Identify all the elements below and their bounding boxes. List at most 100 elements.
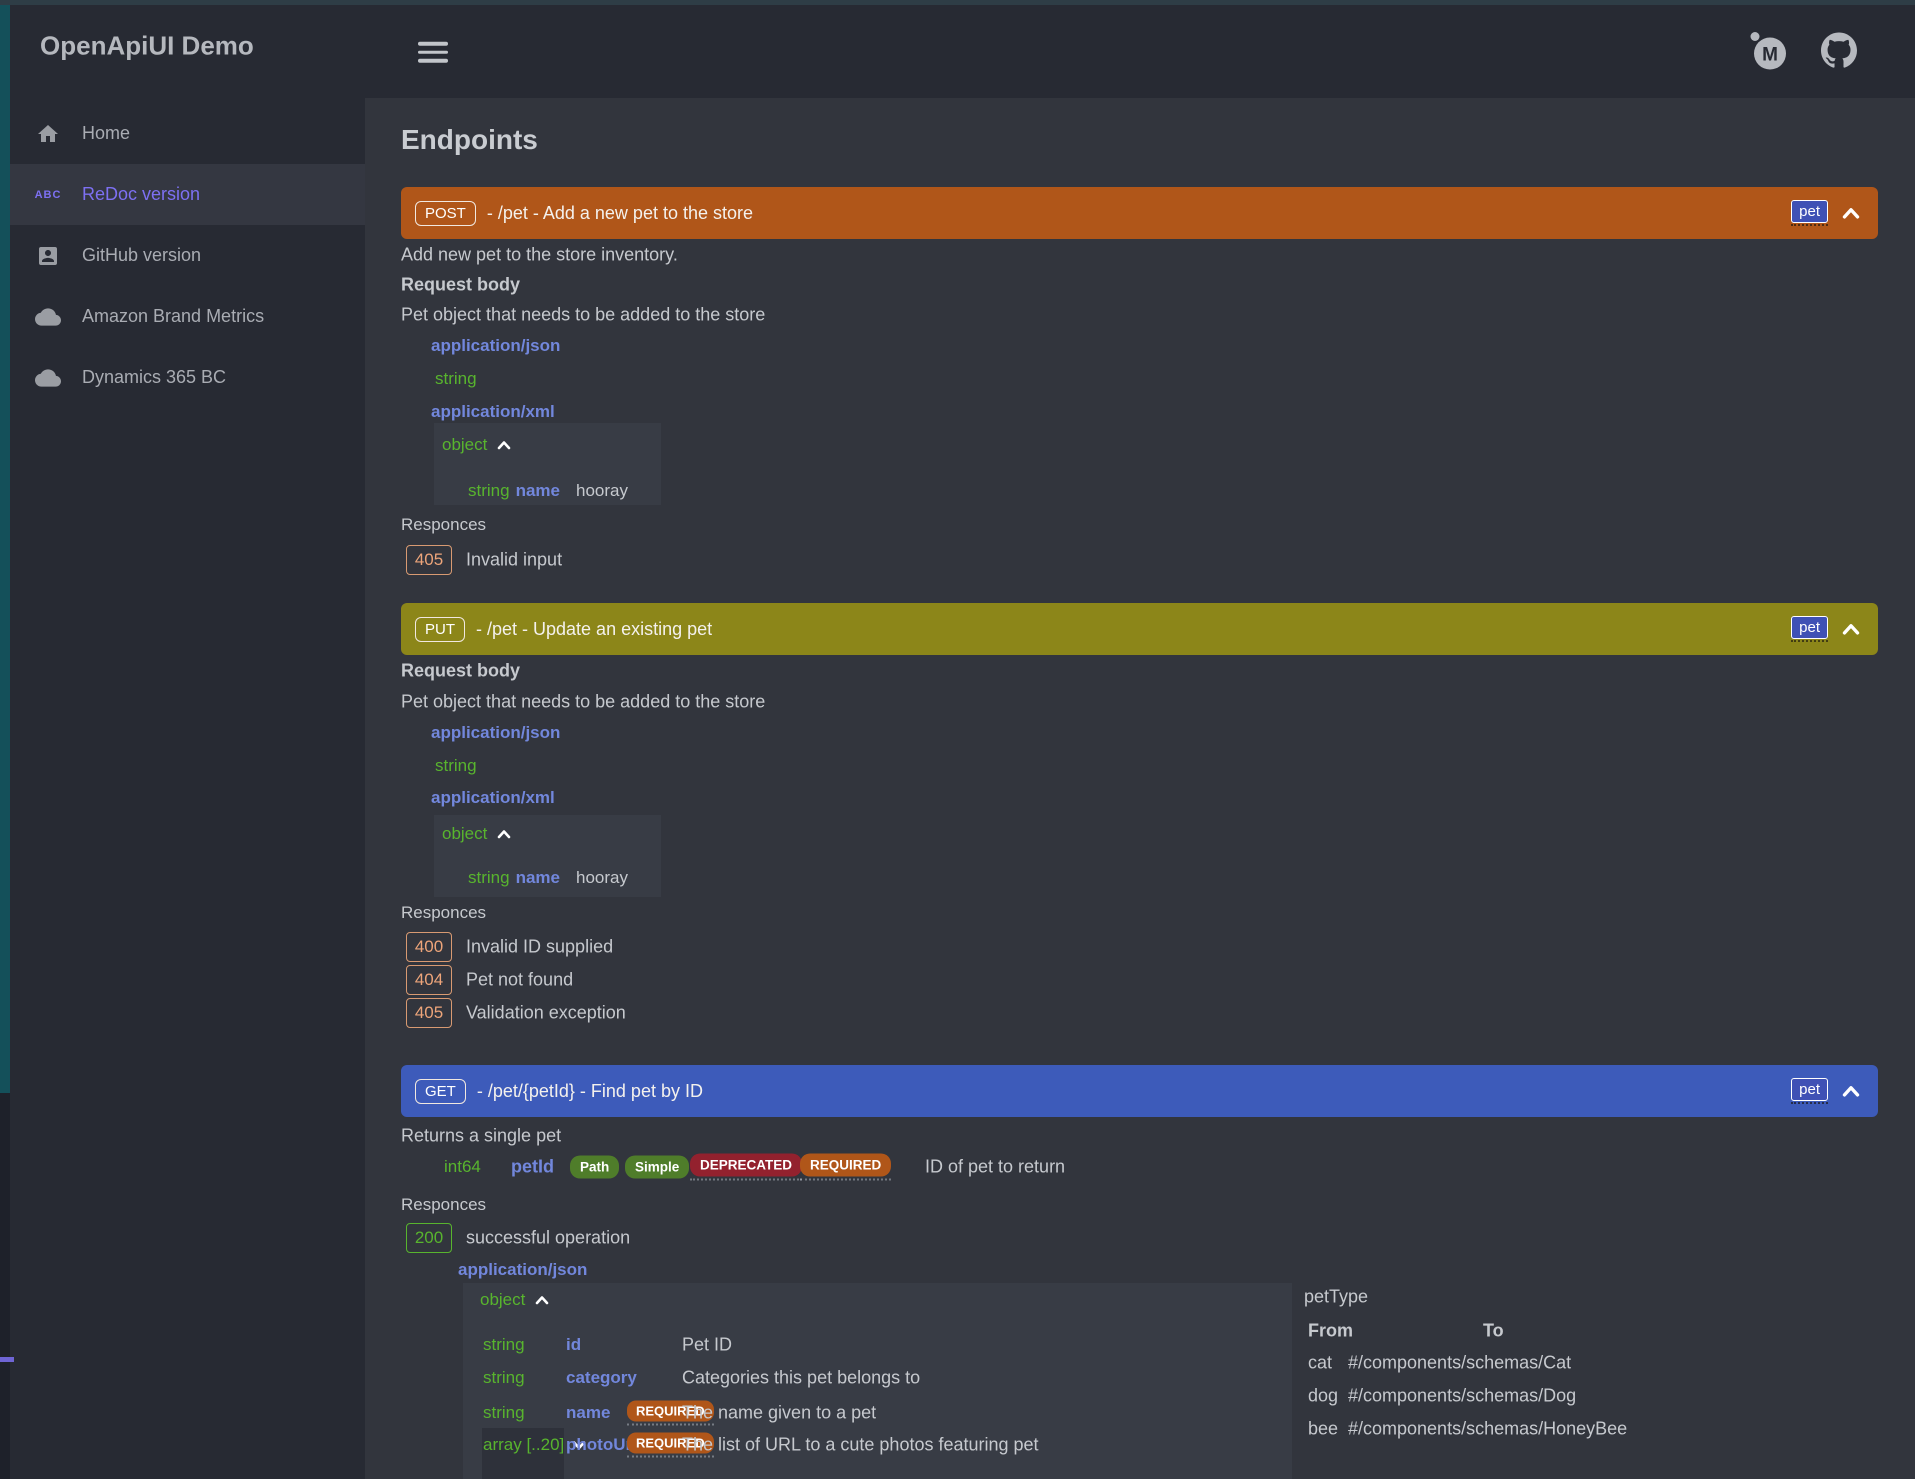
hamburger-bar	[418, 42, 448, 46]
property-name: name	[516, 481, 560, 501]
method-badge: GET	[415, 1079, 466, 1104]
background-artifact	[0, 1357, 14, 1362]
tag-chip-wrap: pet	[1791, 1078, 1828, 1104]
object-type-label: object	[442, 824, 487, 844]
media-type-json: application/json	[458, 1260, 587, 1280]
discriminator-to-value: #/components/schemas/Cat	[1348, 1353, 1571, 1374]
response-code-badge: 405	[406, 545, 452, 575]
mudblazor-logo-icon[interactable]: M	[1750, 31, 1786, 76]
schema-property-row: string name hooray	[468, 481, 628, 501]
schema-property-row: string name hooray	[468, 868, 628, 888]
schema-object-panel: object string name hooray	[434, 815, 661, 897]
cloud-icon	[35, 304, 61, 330]
object-toggle[interactable]: object	[442, 824, 514, 844]
parameter-badge-simple: Simple	[625, 1156, 689, 1179]
sidebar-item-redoc-version[interactable]: ABC ReDoc version	[10, 164, 365, 225]
sidebar-item-label: GitHub version	[82, 245, 201, 266]
media-type-json: application/json	[431, 723, 560, 743]
abc-icon: ABC	[35, 182, 61, 208]
tag-chip-pet[interactable]: pet	[1791, 616, 1828, 639]
endpoint-summary: Returns a single pet	[401, 1126, 561, 1147]
parameter-badge-path: Path	[570, 1156, 619, 1179]
property-type: string	[468, 868, 510, 888]
property-name: category	[566, 1368, 637, 1388]
discriminator-title: petType	[1304, 1287, 1368, 1308]
property-type: string	[483, 1335, 525, 1355]
property-description: Pet ID	[682, 1335, 732, 1356]
endpoint-title: - /pet - Update an existing pet	[476, 619, 712, 640]
tag-chip-pet[interactable]: pet	[1791, 200, 1828, 223]
discriminator-from-value: dog	[1308, 1386, 1338, 1407]
response-code-badge: 404	[406, 965, 452, 995]
endpoint-description: Add new pet to the store inventory.	[401, 245, 678, 266]
responses-heading: Responces	[401, 515, 486, 535]
endpoint-header-put-pet[interactable]: PUT - /pet - Update an existing pet pet	[401, 603, 1878, 655]
media-type-xml: application/xml	[431, 788, 555, 808]
response-text: Pet not found	[466, 970, 573, 991]
home-icon	[35, 121, 61, 147]
tag-chip-pet[interactable]: pet	[1791, 1078, 1828, 1101]
parameter-description: ID of pet to return	[925, 1157, 1065, 1178]
object-toggle[interactable]: object	[480, 1290, 552, 1310]
responses-heading: Responces	[401, 903, 486, 923]
github-icon[interactable]	[1821, 33, 1857, 74]
app-title: OpenApiUI Demo	[40, 31, 254, 62]
discriminator-to-header: To	[1483, 1321, 1504, 1342]
property-type: array [..20]	[483, 1435, 564, 1455]
method-badge: PUT	[415, 617, 465, 642]
hamburger-menu-icon[interactable]	[418, 37, 448, 68]
discriminator-from-value: bee	[1308, 1419, 1338, 1440]
property-description: Categories this pet belongs to	[682, 1368, 920, 1389]
parameter-name: petId	[511, 1157, 554, 1178]
property-example: hooray	[576, 868, 628, 888]
endpoint-header-get-pet-petid[interactable]: GET - /pet/{petId} - Find pet by ID pet	[401, 1065, 1878, 1117]
discriminator-from-value: cat	[1308, 1353, 1332, 1374]
pill-label: DEPRECATED	[690, 1154, 802, 1177]
object-type-label: object	[480, 1290, 525, 1310]
window-left-edge	[0, 5, 10, 1093]
parameter-badge-required: REQUIRED	[800, 1154, 891, 1181]
sidebar-item-label: Dynamics 365 BC	[82, 367, 226, 388]
parameter-type: int64	[444, 1157, 481, 1177]
sidebar-item-amazon-brand-metrics[interactable]: Amazon Brand Metrics	[10, 286, 365, 347]
property-name: id	[566, 1335, 581, 1355]
response-text: successful operation	[466, 1228, 630, 1249]
property-description: The list of URL to a cute photos featuri…	[682, 1435, 1039, 1456]
response-code-badge: 405	[406, 998, 452, 1028]
object-toggle[interactable]: object	[442, 435, 514, 455]
response-text: Invalid input	[466, 550, 562, 571]
tag-chip-wrap: pet	[1791, 200, 1828, 226]
app-window: OpenApiUI Demo M Home ABC ReDoc version …	[0, 0, 1915, 1479]
property-name: name	[516, 868, 560, 888]
schema-type: string	[435, 369, 477, 389]
schema-type: string	[435, 756, 477, 776]
sidebar-item-github-version[interactable]: GitHub version	[10, 225, 365, 286]
sidebar-item-label: Home	[82, 123, 130, 144]
window-left-edge-lower	[0, 1093, 10, 1479]
sidebar-item-home[interactable]: Home	[10, 103, 365, 164]
discriminator-to-value: #/components/schemas/HoneyBee	[1348, 1419, 1627, 1440]
pill-label: Path	[570, 1156, 619, 1179]
property-type: string	[483, 1403, 525, 1423]
schema-object-panel: object string id Pet ID string category …	[463, 1283, 1292, 1479]
property-name: name	[566, 1403, 610, 1423]
property-type: string	[468, 481, 510, 501]
media-type-json: application/json	[431, 336, 560, 356]
request-body-text: Pet object that needs to be added to the…	[401, 692, 765, 713]
window-top-edge	[0, 0, 1915, 5]
chevron-up-icon	[532, 1290, 552, 1310]
sidebar-item-dynamics-365-bc[interactable]: Dynamics 365 BC	[10, 347, 365, 408]
chevron-up-icon	[494, 824, 514, 844]
discriminator-to-value: #/components/schemas/Dog	[1348, 1386, 1576, 1407]
sidebar-item-label: ReDoc version	[82, 184, 200, 205]
method-badge: POST	[415, 201, 476, 226]
request-body-heading: Request body	[401, 661, 520, 682]
discriminator-from-header: From	[1308, 1321, 1353, 1342]
property-description: The name given to a pet	[682, 1403, 876, 1424]
object-type-label: object	[442, 435, 487, 455]
pill-label: Simple	[625, 1156, 689, 1179]
chevron-up-icon	[1838, 200, 1864, 226]
page-title: Endpoints	[401, 124, 538, 156]
endpoint-header-post-pet[interactable]: POST - /pet - Add a new pet to the store…	[401, 187, 1878, 239]
svg-text:M: M	[1762, 45, 1778, 66]
